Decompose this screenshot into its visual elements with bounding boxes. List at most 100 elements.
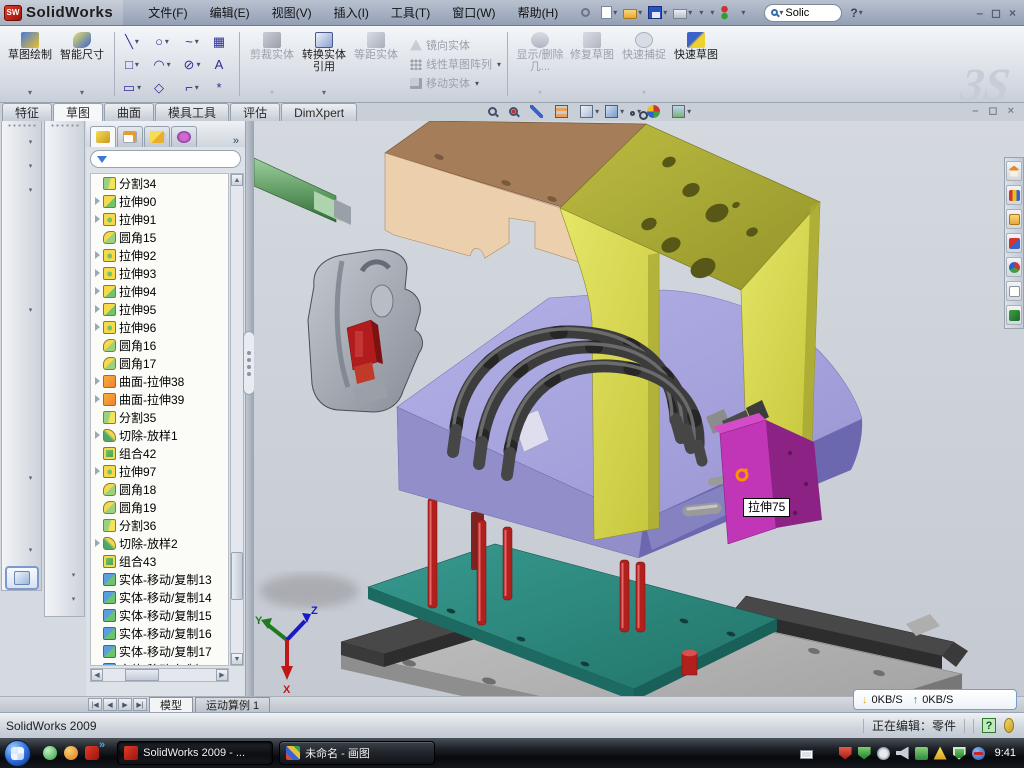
ribbon-tab[interactable]: 模具工具: [155, 103, 229, 121]
sketch-tool-button[interactable]: ⊘ ▾: [177, 53, 207, 76]
tree-item[interactable]: 实体-移动/复制17: [91, 642, 228, 660]
view-tool-button[interactable]: ▾: [555, 105, 574, 118]
tray-icon[interactable]: [934, 747, 947, 760]
expand-arrow-icon[interactable]: [95, 539, 100, 547]
feature-tool-button[interactable]: ▾: [4, 226, 40, 250]
surface-tool-button[interactable]: ▾: [47, 251, 83, 275]
toolbar-drag-handle[interactable]: [7, 123, 37, 127]
dropdown-caret-icon[interactable]: ▾: [663, 8, 667, 17]
tree-vertical-scrollbar[interactable]: ▲ ▼: [230, 173, 244, 666]
toolbar-button[interactable]: ▾: [738, 3, 747, 23]
menu-item[interactable]: 插入(I): [323, 0, 380, 25]
feature-tool-button[interactable]: ▾: [4, 130, 40, 154]
dropdown-caret-icon[interactable]: ▾: [29, 474, 33, 482]
surface-tool-button[interactable]: ▾: [47, 203, 83, 227]
view-tool-button[interactable]: ▾: [530, 105, 549, 118]
sketch-tool-button[interactable]: ~ ▾: [177, 30, 207, 53]
tree-item[interactable]: 拉伸95: [91, 300, 228, 318]
dropdown-caret-icon[interactable]: ▾: [135, 60, 139, 69]
ribbon-tab[interactable]: 评估: [230, 103, 280, 121]
task-pane-button[interactable]: [1006, 185, 1022, 205]
feature-tool-button[interactable]: ▾: [4, 442, 40, 466]
move-entities-button[interactable]: 移动实体 ▾: [410, 75, 501, 91]
view-tool-button[interactable]: ▾: [630, 107, 641, 116]
surface-tool-button[interactable]: ▾: [47, 419, 83, 443]
menu-item[interactable]: 帮助(H): [507, 0, 570, 25]
tray-icon[interactable]: [953, 747, 966, 760]
dropdown-caret-icon[interactable]: ▾: [595, 107, 599, 116]
tray-icon[interactable]: [858, 747, 871, 760]
sketch-tool-button[interactable]: ▦ ▾: [207, 30, 237, 53]
ribbon-tab[interactable]: DimXpert: [281, 103, 357, 121]
minimize-button[interactable]: –: [976, 7, 983, 19]
repair-sketch-button[interactable]: 修复草图: [566, 29, 618, 99]
tree-item[interactable]: 圆角17: [91, 354, 228, 372]
graphics-viewport[interactable]: Y Z X 拉伸75: [254, 121, 1024, 696]
toolbar-button[interactable]: ▾: [696, 3, 705, 23]
feature-tool-button[interactable]: ▾: [4, 370, 40, 394]
surface-tool-button[interactable]: ▾: [47, 467, 83, 491]
tree-item[interactable]: 拉伸97: [91, 462, 228, 480]
expand-arrow-icon[interactable]: [95, 197, 100, 205]
panel-overflow-button[interactable]: »: [229, 135, 243, 147]
tree-horizontal-scrollbar[interactable]: ◀ ▶: [90, 668, 229, 682]
tray-icon[interactable]: [896, 747, 909, 760]
dropdown-caret-icon[interactable]: ▾: [613, 8, 617, 17]
rapid-sketch-button[interactable]: 快速草图: [670, 29, 722, 99]
task-pane-button[interactable]: [1006, 161, 1022, 181]
tree-item[interactable]: 切除-放样2: [91, 534, 228, 552]
view-tool-button[interactable]: ▾: [488, 107, 503, 116]
task-pane-button[interactable]: [1006, 233, 1022, 253]
dropdown-caret-icon[interactable]: ▾: [29, 162, 33, 170]
model-tab[interactable]: 模型: [149, 697, 193, 712]
feature-tool-button[interactable]: ▾: [4, 178, 40, 202]
tab-configurationmanager[interactable]: [144, 126, 170, 147]
doc-restore-button[interactable]: ◻: [988, 106, 997, 117]
expand-arrow-icon[interactable]: [95, 269, 100, 277]
measure-button-pressed[interactable]: [5, 566, 39, 590]
expand-arrow-icon[interactable]: [95, 287, 100, 295]
expand-arrow-icon[interactable]: [95, 395, 100, 403]
tab-scroll-first-button[interactable]: |◀: [88, 698, 102, 711]
sketch-tool-button[interactable]: ◇ ▾: [147, 76, 177, 99]
taskbar-clock[interactable]: 9:41: [995, 747, 1016, 759]
convert-entities-button[interactable]: 转换实体引用 ▾: [298, 29, 350, 99]
surface-tool-button[interactable]: ▾: [47, 347, 83, 371]
tree-item[interactable]: 分割34: [91, 174, 228, 192]
ribbon-tab[interactable]: 曲面: [104, 103, 154, 121]
panel-splitter[interactable]: [246, 121, 254, 696]
toolbar-button[interactable]: ▾: [621, 3, 644, 23]
dropdown-caret-icon[interactable]: ▾: [699, 8, 703, 17]
tab-scroll-next-button[interactable]: ▶: [118, 698, 132, 711]
quick-launch-overflow-icon[interactable]: »: [99, 739, 105, 751]
tray-icon[interactable]: [877, 747, 890, 760]
tree-item[interactable]: 实体-移动/复制14: [91, 588, 228, 606]
feature-tool-button[interactable]: ▾: [4, 466, 40, 490]
scroll-right-arrow[interactable]: ▶: [216, 669, 228, 681]
feature-tool-button[interactable]: ▾: [4, 538, 40, 562]
tab-scroll-last-button[interactable]: ▶|: [133, 698, 147, 711]
restore-button[interactable]: ◻: [991, 7, 1001, 19]
expand-arrow-icon[interactable]: [95, 431, 100, 439]
surface-tool-button[interactable]: ▾: [47, 155, 83, 179]
tree-item[interactable]: 实体-移动/复制13: [91, 570, 228, 588]
feature-tool-button[interactable]: ▾: [4, 250, 40, 274]
expand-arrow-icon[interactable]: [95, 251, 100, 259]
dropdown-caret-icon[interactable]: ▾: [137, 83, 141, 92]
expand-arrow-icon[interactable]: [95, 305, 100, 313]
task-pane-button[interactable]: [1006, 281, 1022, 301]
stop-pin[interactable]: [682, 650, 697, 675]
task-pane-button[interactable]: [1006, 209, 1022, 229]
tree-item[interactable]: 分割35: [91, 408, 228, 426]
surface-tool-button[interactable]: ▾: [47, 227, 83, 251]
tray-icon[interactable]: [915, 747, 928, 760]
menu-item[interactable]: 编辑(E): [199, 0, 261, 25]
dropdown-caret-icon[interactable]: ▾: [688, 8, 692, 17]
dropdown-caret-icon[interactable]: ▾: [165, 37, 169, 46]
tray-icon[interactable]: [972, 747, 985, 760]
tree-item[interactable]: 圆角19: [91, 498, 228, 516]
feature-tool-button[interactable]: ▾: [4, 202, 40, 226]
surface-tool-button[interactable]: ▾: [47, 131, 83, 155]
scrollbar-thumb[interactable]: [125, 669, 159, 681]
linear-sketch-pattern-button[interactable]: 线性草图阵列 ▾: [410, 56, 501, 72]
